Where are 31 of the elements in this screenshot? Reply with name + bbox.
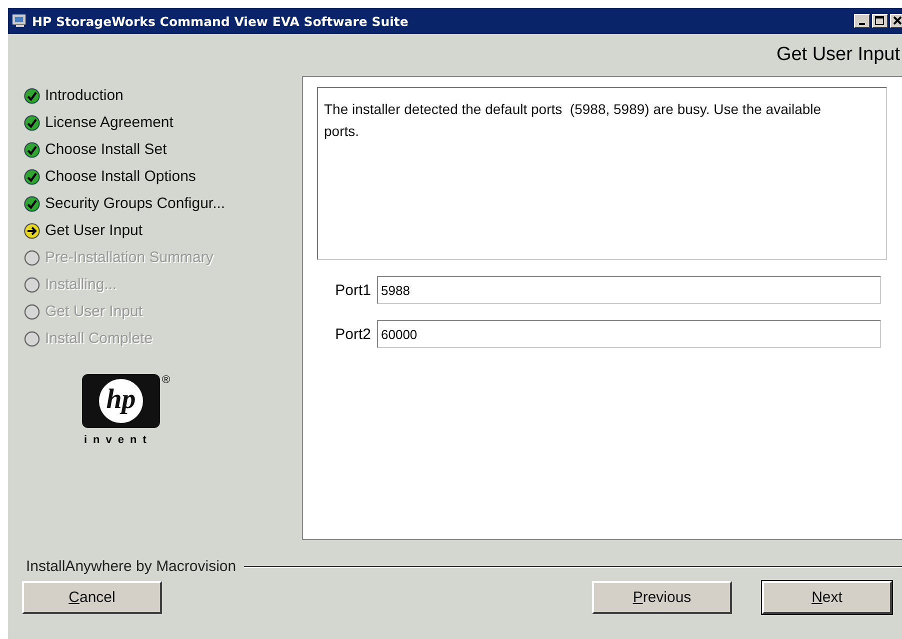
close-button[interactable] bbox=[890, 14, 902, 28]
window-title: HP StorageWorks Command View EVA Software Suite bbox=[32, 14, 410, 28]
port-field[interactable]: 60000 bbox=[377, 320, 881, 348]
step-label: Pre-Installation Summary bbox=[45, 249, 214, 266]
message-text: The installer detected the default ports (5988, 5989) are busy. Use the available ports. bbox=[324, 101, 822, 139]
cancel-button[interactable]: Cancel bbox=[22, 581, 162, 614]
vendor-label: InstallAnywhere by Macrovision bbox=[26, 558, 236, 575]
logo-tagline: invent bbox=[84, 434, 152, 446]
step-label: Introduction bbox=[45, 87, 124, 104]
step-label: Install Complete bbox=[45, 330, 153, 347]
minimize-button[interactable] bbox=[854, 14, 870, 28]
step-label: Installing... bbox=[45, 276, 117, 293]
maximize-icon bbox=[875, 16, 885, 26]
logo-mark: hp bbox=[82, 374, 160, 428]
step-label: Choose Install Set bbox=[45, 141, 167, 158]
step-label: Security Groups Configur... bbox=[45, 195, 226, 212]
next-button[interactable]: Next bbox=[762, 581, 892, 614]
step-title: Get User Input bbox=[776, 44, 900, 66]
step-label: Choose Install Options bbox=[45, 168, 196, 185]
previous-button[interactable]: Previous bbox=[592, 581, 732, 614]
step-label: Get User Input bbox=[45, 222, 143, 239]
registered-mark: ® bbox=[162, 374, 170, 386]
port-label: Port1 bbox=[334, 282, 371, 298]
maximize-button[interactable] bbox=[872, 14, 888, 28]
port-field[interactable]: 5988 bbox=[377, 276, 881, 304]
minimize-icon bbox=[859, 23, 865, 25]
computer-icon bbox=[12, 14, 28, 28]
step-label: License Agreement bbox=[45, 114, 174, 131]
port-label: Port2 bbox=[334, 326, 371, 342]
close-icon bbox=[893, 16, 902, 26]
step-label: Get User Input bbox=[45, 303, 143, 320]
